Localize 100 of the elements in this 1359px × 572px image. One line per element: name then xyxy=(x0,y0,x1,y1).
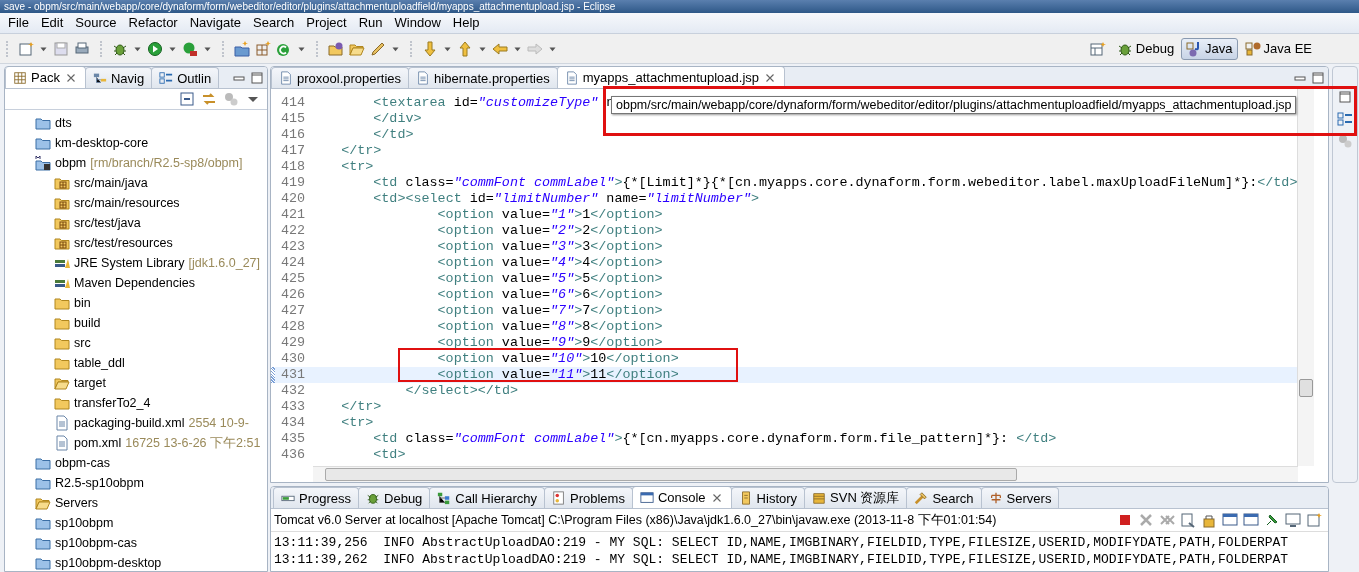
view-tab[interactable]: Progress xyxy=(273,487,360,508)
console-line: 13:11:39,256 INFO AbstractUploadDAO:219 - MY SQL: SELECT ID,NAME,IMGBINARY,FIELDID,TYPE,FILESIZE,USERID,MODIFYDATE,PATH,FOLDERPAT xyxy=(273,534,1290,551)
line-number: 432 xyxy=(279,383,306,399)
view-tab[interactable]: Servers xyxy=(980,487,1060,508)
tree-item[interactable]: src xyxy=(74,336,91,350)
view-tab[interactable]: Navig xyxy=(84,67,153,88)
code-line: <option value="3">3</option> xyxy=(436,239,663,255)
view-tab[interactable]: proxool.properties xyxy=(271,67,410,88)
view-tab[interactable]: hibernate.properties xyxy=(408,67,558,88)
code-line: <tr> xyxy=(340,159,374,175)
window-title: save - obpm/src/main/webapp/core/dynaform/form/webeditor/editor/plugins/attachmentuploadfield/myapps_attachmentupload.jsp - Eclipse xyxy=(3,0,616,13)
perspective-button[interactable]: Java EE xyxy=(1239,37,1317,60)
menu-item[interactable]: Edit xyxy=(34,13,70,33)
menu-item[interactable]: Help xyxy=(446,13,486,33)
line-number: 421 xyxy=(279,207,306,223)
line-number: 420 xyxy=(279,191,306,207)
item-decoration: 16725 13-6-26 下午2:51 xyxy=(125,434,261,452)
tree-item[interactable]: packaging-build.xml xyxy=(74,416,185,430)
tree-item[interactable]: src/main/java xyxy=(74,176,148,190)
menu-item[interactable]: Source xyxy=(69,13,123,33)
perspective-button[interactable]: Java xyxy=(1181,37,1238,60)
line-number: 435 xyxy=(279,431,306,447)
line-number: 429 xyxy=(279,335,306,351)
tree-item[interactable]: src/test/resources xyxy=(74,236,173,250)
view-tab[interactable]: History xyxy=(730,487,806,508)
view-tab[interactable]: Problems xyxy=(544,487,633,508)
code-line: <option value="2">2</option> xyxy=(436,223,663,239)
line-number: 417 xyxy=(279,143,306,159)
line-number: 436 xyxy=(279,447,306,463)
code-line: <option value="11">11</option> xyxy=(436,367,679,383)
code-line: <option value="10">10</option> xyxy=(436,351,679,367)
tree-item[interactable]: src/test/java xyxy=(74,216,141,230)
line-number: 431 xyxy=(279,367,306,383)
line-number: 419 xyxy=(279,175,306,191)
code-line: <td class="commFont commLabel">{*[Limit]*}{*[cn.myapps.core.dynaform.form.webeditor.label.maxUploadFileNum]*}:</td> xyxy=(372,175,1298,191)
line-number: 423 xyxy=(279,239,306,255)
code-line: </tr> xyxy=(340,143,382,159)
line-number: 414 xyxy=(279,95,306,111)
tree-item[interactable]: transferTo2_4 xyxy=(74,396,151,410)
line-number: 426 xyxy=(279,287,306,303)
tree-item[interactable]: build xyxy=(74,316,101,330)
tree-item[interactable]: target xyxy=(74,376,106,390)
view-tab[interactable]: Pack xyxy=(5,67,86,88)
line-number: 418 xyxy=(279,159,306,175)
console-title: Tomcat v6.0 Server at localhost [Apache Tomcat] C:\Program Files (x86)\Java\jdk1.6.0_27\bin\javaw.exe (2013-11-8 下午01:01:54) xyxy=(274,511,997,529)
code-line: <option value="6">6</option> xyxy=(436,287,663,303)
view-tab[interactable]: Call Hierarchy xyxy=(429,487,545,508)
code-line: <option value="5">5</option> xyxy=(436,271,663,287)
view-tab[interactable]: Search xyxy=(906,487,982,508)
tree-item[interactable]: JRE System Library xyxy=(74,256,185,270)
menu-item[interactable]: Project xyxy=(300,13,353,33)
line-number: 415 xyxy=(279,111,306,127)
perspective-button[interactable]: Debug xyxy=(1111,37,1180,60)
code-line: <tr> xyxy=(340,415,374,431)
tree-item[interactable]: Maven Dependencies xyxy=(74,276,195,290)
tree-item[interactable]: sp10obpm-cas xyxy=(55,536,137,550)
item-decoration: 2554 10-9- xyxy=(188,416,249,430)
menu-item[interactable]: File xyxy=(2,13,35,33)
line-number: 430 xyxy=(279,351,306,367)
line-number: 434 xyxy=(279,415,306,431)
tree-item[interactable]: obpm xyxy=(55,156,87,170)
line-number: 424 xyxy=(279,255,306,271)
line-number: 428 xyxy=(279,319,306,335)
line-number: 427 xyxy=(279,303,306,319)
tree-item[interactable]: km-desktop-core xyxy=(55,136,149,150)
line-number: 422 xyxy=(279,223,306,239)
tree-item[interactable]: src/main/resources xyxy=(74,196,180,210)
tree-item[interactable]: Servers xyxy=(55,496,99,510)
item-decoration: [jdk1.6.0_27] xyxy=(188,256,261,270)
menu-item[interactable]: Run xyxy=(352,13,389,33)
code-line: <option value="9">9</option> xyxy=(436,335,663,351)
tree-item[interactable]: R2.5-sp10obpm xyxy=(55,476,144,490)
view-tab[interactable]: Debug xyxy=(358,487,431,508)
menu-item[interactable]: Search xyxy=(247,13,301,33)
line-number: 416 xyxy=(279,127,306,143)
tree-item[interactable]: dts xyxy=(55,116,72,130)
code-line: </div> xyxy=(372,111,422,127)
tree-item[interactable]: pom.xml xyxy=(74,436,122,450)
view-tab[interactable]: myapps_attachmentupload.jsp xyxy=(556,67,786,88)
menu-item[interactable]: Refactor xyxy=(122,13,184,33)
tree-item[interactable]: table_ddl xyxy=(74,356,125,370)
view-tab[interactable]: Console xyxy=(631,487,732,508)
line-number: 425 xyxy=(279,271,306,287)
tree-item[interactable]: obpm-cas xyxy=(55,456,110,470)
line-number: 433 xyxy=(279,399,306,415)
tooltip: obpm/src/main/webapp/core/dynaform/form/webeditor/editor/plugins/attachmentuploadfield/myapps_attachmentupload.jsp xyxy=(611,96,1297,114)
code-line: </td> xyxy=(372,127,414,143)
code-line: <option value="4">4</option> xyxy=(436,255,663,271)
code-line: </tr> xyxy=(340,399,382,415)
view-tab[interactable]: Outlin xyxy=(151,67,220,88)
menu-item[interactable]: Window xyxy=(388,13,447,33)
tree-item[interactable]: sp10obpm-desktop xyxy=(55,556,162,570)
code-line: </select></td> xyxy=(404,383,518,399)
code-line: <option value="8">8</option> xyxy=(436,319,663,335)
tree-item[interactable]: bin xyxy=(74,296,91,310)
view-tab[interactable]: SVN 资源库 xyxy=(804,487,908,508)
code-line: <td class="commFont commLabel">{*[cn.myapps.core.dynaform.form.file_pattern]*}: </td> xyxy=(372,431,1057,447)
tree-item[interactable]: sp10obpm xyxy=(55,516,114,530)
code-line: <td> xyxy=(372,447,406,463)
menu-item[interactable]: Navigate xyxy=(183,13,247,33)
